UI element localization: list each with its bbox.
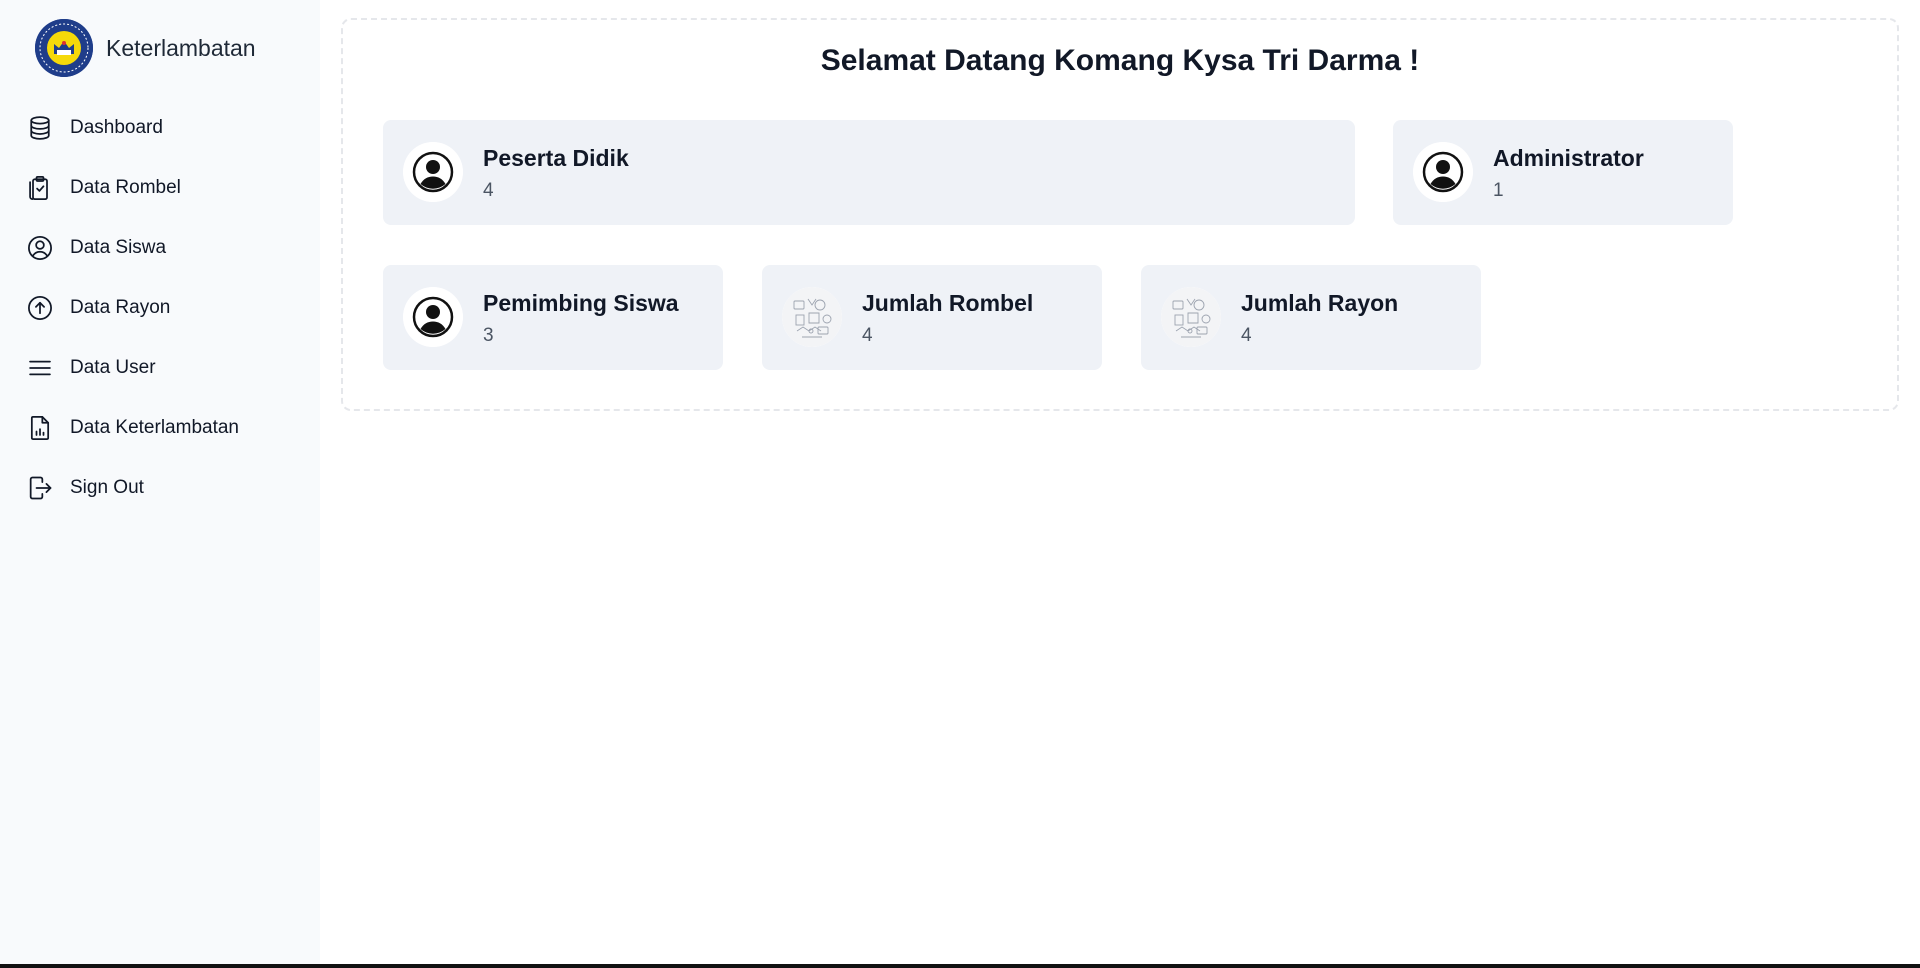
brand-name: Keterlambatan	[106, 34, 256, 61]
stat-card-peserta-didik[interactable]: Peserta Didik 4	[383, 120, 1355, 225]
sidebar-item-label: Data Rombel	[70, 177, 181, 198]
arrow-up-circle-icon	[26, 294, 54, 322]
database-icon	[26, 114, 54, 142]
sign-out-icon	[26, 474, 54, 502]
bottom-divider	[0, 964, 1920, 968]
stat-card-jumlah-rayon[interactable]: Jumlah Rayon 4	[1141, 265, 1481, 370]
stat-card-title: Peserta Didik	[483, 145, 629, 171]
stat-card-value: 1	[1493, 180, 1504, 201]
stat-card-value: 4	[862, 325, 873, 346]
page-title: Selamat Datang Komang Kysa Tri Darma !	[820, 44, 1420, 77]
sidebar-item-label: Data Rayon	[70, 297, 171, 318]
stat-card-value: 4	[1241, 325, 1252, 346]
user-circle-icon	[26, 234, 54, 262]
sidebar-item-label: Data Siswa	[70, 237, 167, 258]
sidebar-item-label: Data Keterlambatan	[70, 417, 239, 438]
app-root: Keterlambatan Dashboard Data Rombel Data…	[0, 0, 1920, 968]
sidebar-item-data-siswa[interactable]: Data Siswa	[26, 218, 306, 278]
sidebar-item-label: Dashboard	[70, 117, 163, 138]
user-avatar-icon	[403, 287, 463, 347]
sidebar-item-data-rombel[interactable]: Data Rombel	[26, 158, 306, 218]
sidebar-item-data-user[interactable]: Data User	[26, 338, 306, 398]
school-emblem-icon	[35, 19, 93, 77]
sidebar-item-data-rayon[interactable]: Data Rayon	[26, 278, 306, 338]
stat-card-title: Pemimbing Siswa	[483, 290, 679, 316]
menu-icon	[26, 354, 54, 382]
sidebar-item-label: Sign Out	[70, 477, 144, 498]
sidebar-item-data-keterlambatan[interactable]: Data Keterlambatan	[26, 398, 306, 458]
stat-card-title: Jumlah Rayon	[1241, 290, 1399, 316]
stat-card-value: 3	[483, 325, 494, 346]
sidebar: Keterlambatan Dashboard Data Rombel Data…	[0, 0, 320, 964]
stat-card-jumlah-rombel[interactable]: Jumlah Rombel 4	[762, 265, 1102, 370]
sidebar-item-sign-out[interactable]: Sign Out	[26, 458, 306, 518]
brand[interactable]: Keterlambatan	[35, 17, 256, 79]
stat-card-title: Jumlah Rombel	[862, 290, 1034, 316]
stat-card-administrator[interactable]: Administrator 1	[1393, 120, 1733, 225]
stat-card-value: 4	[483, 180, 494, 201]
stat-card-title: Administrator	[1493, 145, 1644, 171]
sidebar-item-label: Data User	[70, 357, 156, 378]
doodle-illustration-icon	[782, 287, 842, 347]
user-avatar-icon	[403, 142, 463, 202]
user-avatar-icon	[1413, 142, 1473, 202]
dashboard-panel: Selamat Datang Komang Kysa Tri Darma ! P…	[341, 18, 1899, 411]
clipboard-icon	[26, 174, 54, 202]
doodle-illustration-icon	[1161, 287, 1221, 347]
stat-card-pemimbing-siswa[interactable]: Pemimbing Siswa 3	[383, 265, 723, 370]
sidebar-nav: Dashboard Data Rombel Data Siswa Data Ra…	[26, 98, 306, 518]
report-icon	[26, 414, 54, 442]
sidebar-item-dashboard[interactable]: Dashboard	[26, 98, 306, 158]
